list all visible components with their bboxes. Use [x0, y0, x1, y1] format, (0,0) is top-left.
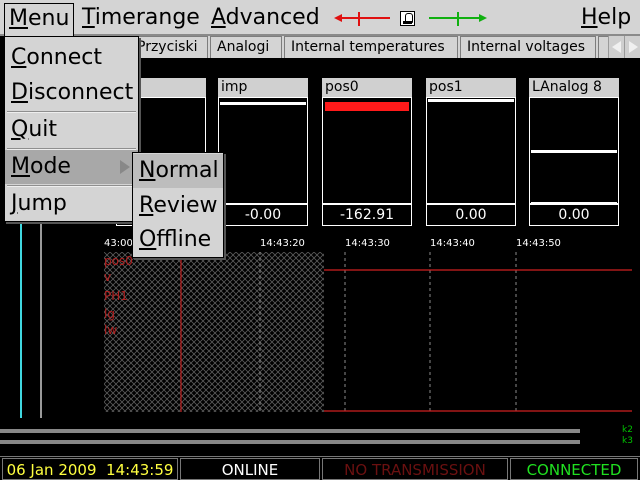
tab-scroll-left-icon[interactable] [608, 36, 624, 58]
channel-value: 0.00 [426, 204, 516, 226]
channel-imp: imp -0.00 [218, 78, 308, 226]
submenu-item-normal[interactable]: Normal [133, 154, 223, 188]
signal-label-lw: lw [104, 323, 118, 337]
submenu-arrow-icon [120, 160, 130, 174]
channel-level-line [428, 99, 514, 102]
channel-lanalog8: LAnalog 8 0.00 [529, 78, 619, 226]
channel-plot [218, 97, 308, 204]
time-tick: 14:43:30 [345, 238, 390, 249]
channel-title: pos1 [426, 78, 516, 97]
signal-label-ph1: PH1 [104, 289, 128, 303]
channel-title: imp [218, 78, 308, 97]
time-chart[interactable] [104, 252, 632, 414]
channel-value: -162.91 [322, 204, 412, 226]
menu-bar: Menu Timerange Advanced Help [0, 0, 640, 36]
menu-item-quit[interactable]: Quit [5, 113, 138, 147]
channel-value: -0.00 [218, 204, 308, 226]
scroll-back-arrow-icon[interactable] [334, 11, 392, 27]
status-mode: ONLINE [180, 458, 320, 480]
bar-label-k2: k2 [622, 425, 633, 435]
signal-label-v: v [104, 270, 112, 284]
channel-pos1: pos1 0.00 [426, 78, 516, 226]
channel-plot [322, 97, 412, 204]
tab-internal-voltages[interactable]: Internal voltages [460, 36, 596, 58]
time-tick: 14:43:20 [260, 238, 305, 249]
bar-label-k3: k3 [622, 436, 633, 446]
mode-submenu: Normal Review Offline [132, 152, 224, 258]
submenu-item-offline[interactable]: Offline [133, 223, 223, 257]
channel-plot [426, 97, 516, 204]
channel-title: LAnalog 8 [529, 78, 619, 97]
channel-pos0: pos0 -162.91 [322, 78, 412, 226]
tab-analogi[interactable]: Analogi [210, 36, 282, 58]
channel-level-line [220, 102, 306, 105]
time-chart-svg [104, 252, 632, 414]
menu-item-mode[interactable]: Mode [5, 150, 138, 184]
status-datetime: 06 Jan 2009 14:43:59 [2, 458, 178, 480]
bar-k3 [0, 440, 580, 444]
menu-item-jump[interactable]: Jump [5, 187, 138, 221]
menu-dropdown: Connect Disconnect Quit Mode Jump [4, 36, 139, 222]
channel-level-fill [325, 102, 409, 111]
time-tick: 14:43:50 [516, 238, 561, 249]
menu-help[interactable]: Help [577, 3, 635, 33]
scroll-forward-arrow-icon[interactable] [429, 11, 487, 27]
tab-scroll-right-icon[interactable] [624, 36, 640, 58]
channel-plot [529, 97, 619, 204]
status-transmission: NO TRANSMISSION [322, 458, 508, 480]
signal-label-lg: lg [104, 307, 115, 321]
channel-value: 0.00 [529, 204, 619, 226]
menu-timerange[interactable]: Timerange [78, 3, 204, 33]
tab-internal-temperatures[interactable]: Internal temperatures [284, 36, 458, 58]
menu-item-connect[interactable]: Connect [5, 41, 138, 75]
signal-label-pos0: pos0 [104, 254, 133, 268]
time-tick: 14:43:40 [430, 238, 475, 249]
menu-advanced[interactable]: Advanced [207, 3, 324, 33]
tab-strip: Przyciski Analogi Internal temperatures … [130, 36, 640, 58]
channel-level-line [531, 150, 617, 153]
time-tick: 43:00 [104, 238, 133, 249]
no-data-region [104, 252, 324, 412]
status-bar: 06 Jan 2009 14:43:59 ONLINE NO TRANSMISS… [0, 456, 640, 480]
menu-item-disconnect[interactable]: Disconnect [5, 76, 138, 110]
tab-przyciski[interactable]: Przyciski [130, 36, 208, 58]
bar-k2 [0, 429, 580, 433]
menu-menu[interactable]: Menu [4, 3, 75, 36]
submenu-item-review[interactable]: Review [133, 189, 223, 223]
channel-title: pos0 [322, 78, 412, 97]
pin-icon[interactable] [400, 11, 415, 26]
cursor-line-grey [40, 222, 42, 418]
cursor-line-cyan [20, 222, 22, 418]
status-connection: CONNECTED [510, 458, 638, 480]
